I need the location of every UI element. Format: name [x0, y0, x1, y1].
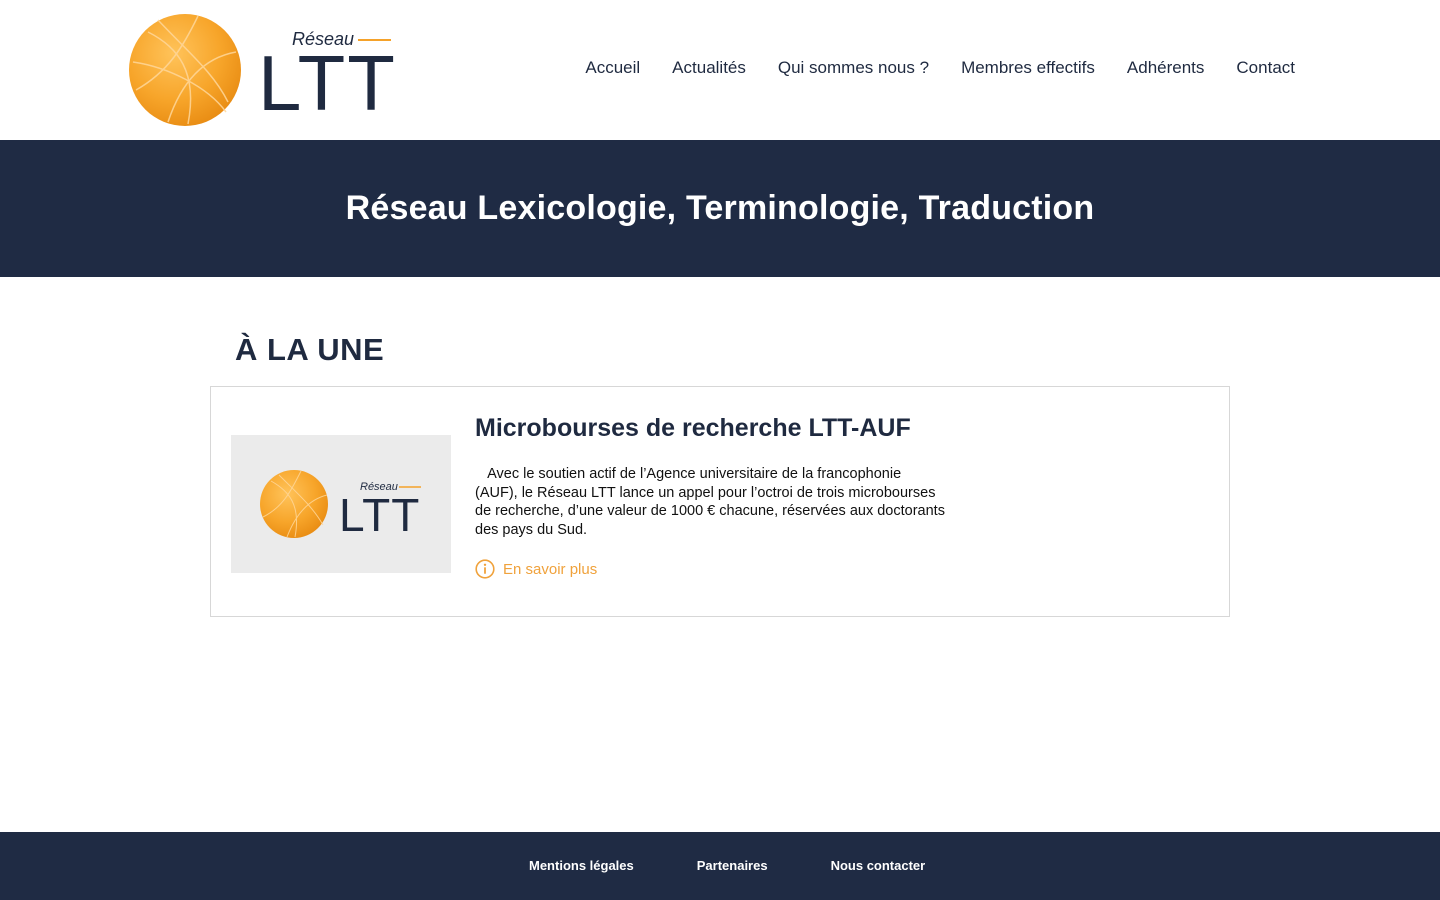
thumb-big-text: LTT: [339, 489, 420, 541]
banner-title: Réseau Lexicologie, Terminologie, Traduc…: [345, 189, 1095, 227]
site-footer: Mentions légales Partenaires Nous contac…: [0, 832, 1440, 900]
footer-link-mentions-legales[interactable]: Mentions légales: [529, 858, 634, 873]
footer-links: Mentions légales Partenaires Nous contac…: [529, 858, 925, 873]
footer-link-nous-contacter[interactable]: Nous contacter: [831, 858, 926, 873]
info-circle-icon: [475, 559, 495, 579]
news-card: Réseau LTT Microbourses de recherche LTT…: [210, 386, 1230, 617]
news-card-text: Avec le soutien actif de l’Agence univer…: [475, 466, 945, 538]
site-header: Réseau LTT Accueil Actualités Qui sommes…: [0, 0, 1440, 140]
hero-banner: Réseau Lexicologie, Terminologie, Traduc…: [0, 140, 1440, 277]
nav-actualites[interactable]: Actualités: [672, 58, 746, 78]
section-title: À LA UNE: [235, 332, 385, 367]
nav-membres-effectifs[interactable]: Membres effectifs: [961, 58, 1095, 78]
main-nav: Accueil Actualités Qui sommes nous ? Mem…: [585, 58, 1295, 78]
news-card-thumbnail[interactable]: Réseau LTT: [231, 435, 451, 573]
nav-accueil[interactable]: Accueil: [585, 58, 640, 78]
footer-link-partenaires[interactable]: Partenaires: [697, 858, 768, 873]
nav-contact[interactable]: Contact: [1236, 58, 1295, 78]
read-more-label: En savoir plus: [503, 560, 598, 578]
nav-adherents[interactable]: Adhérents: [1127, 58, 1205, 78]
ltt-logo-thumbnail-icon: Réseau LTT: [260, 470, 421, 541]
news-card-title[interactable]: Microbourses de recherche LTT-AUF: [475, 414, 911, 443]
site-logo[interactable]: Réseau LTT: [128, 12, 398, 130]
read-more-link[interactable]: En savoir plus: [475, 559, 597, 579]
orange-sphere-logo-icon: Réseau LTT: [129, 14, 397, 127]
logo-big-text: LTT: [258, 39, 397, 127]
nav-qui-sommes-nous[interactable]: Qui sommes nous ?: [778, 58, 929, 78]
